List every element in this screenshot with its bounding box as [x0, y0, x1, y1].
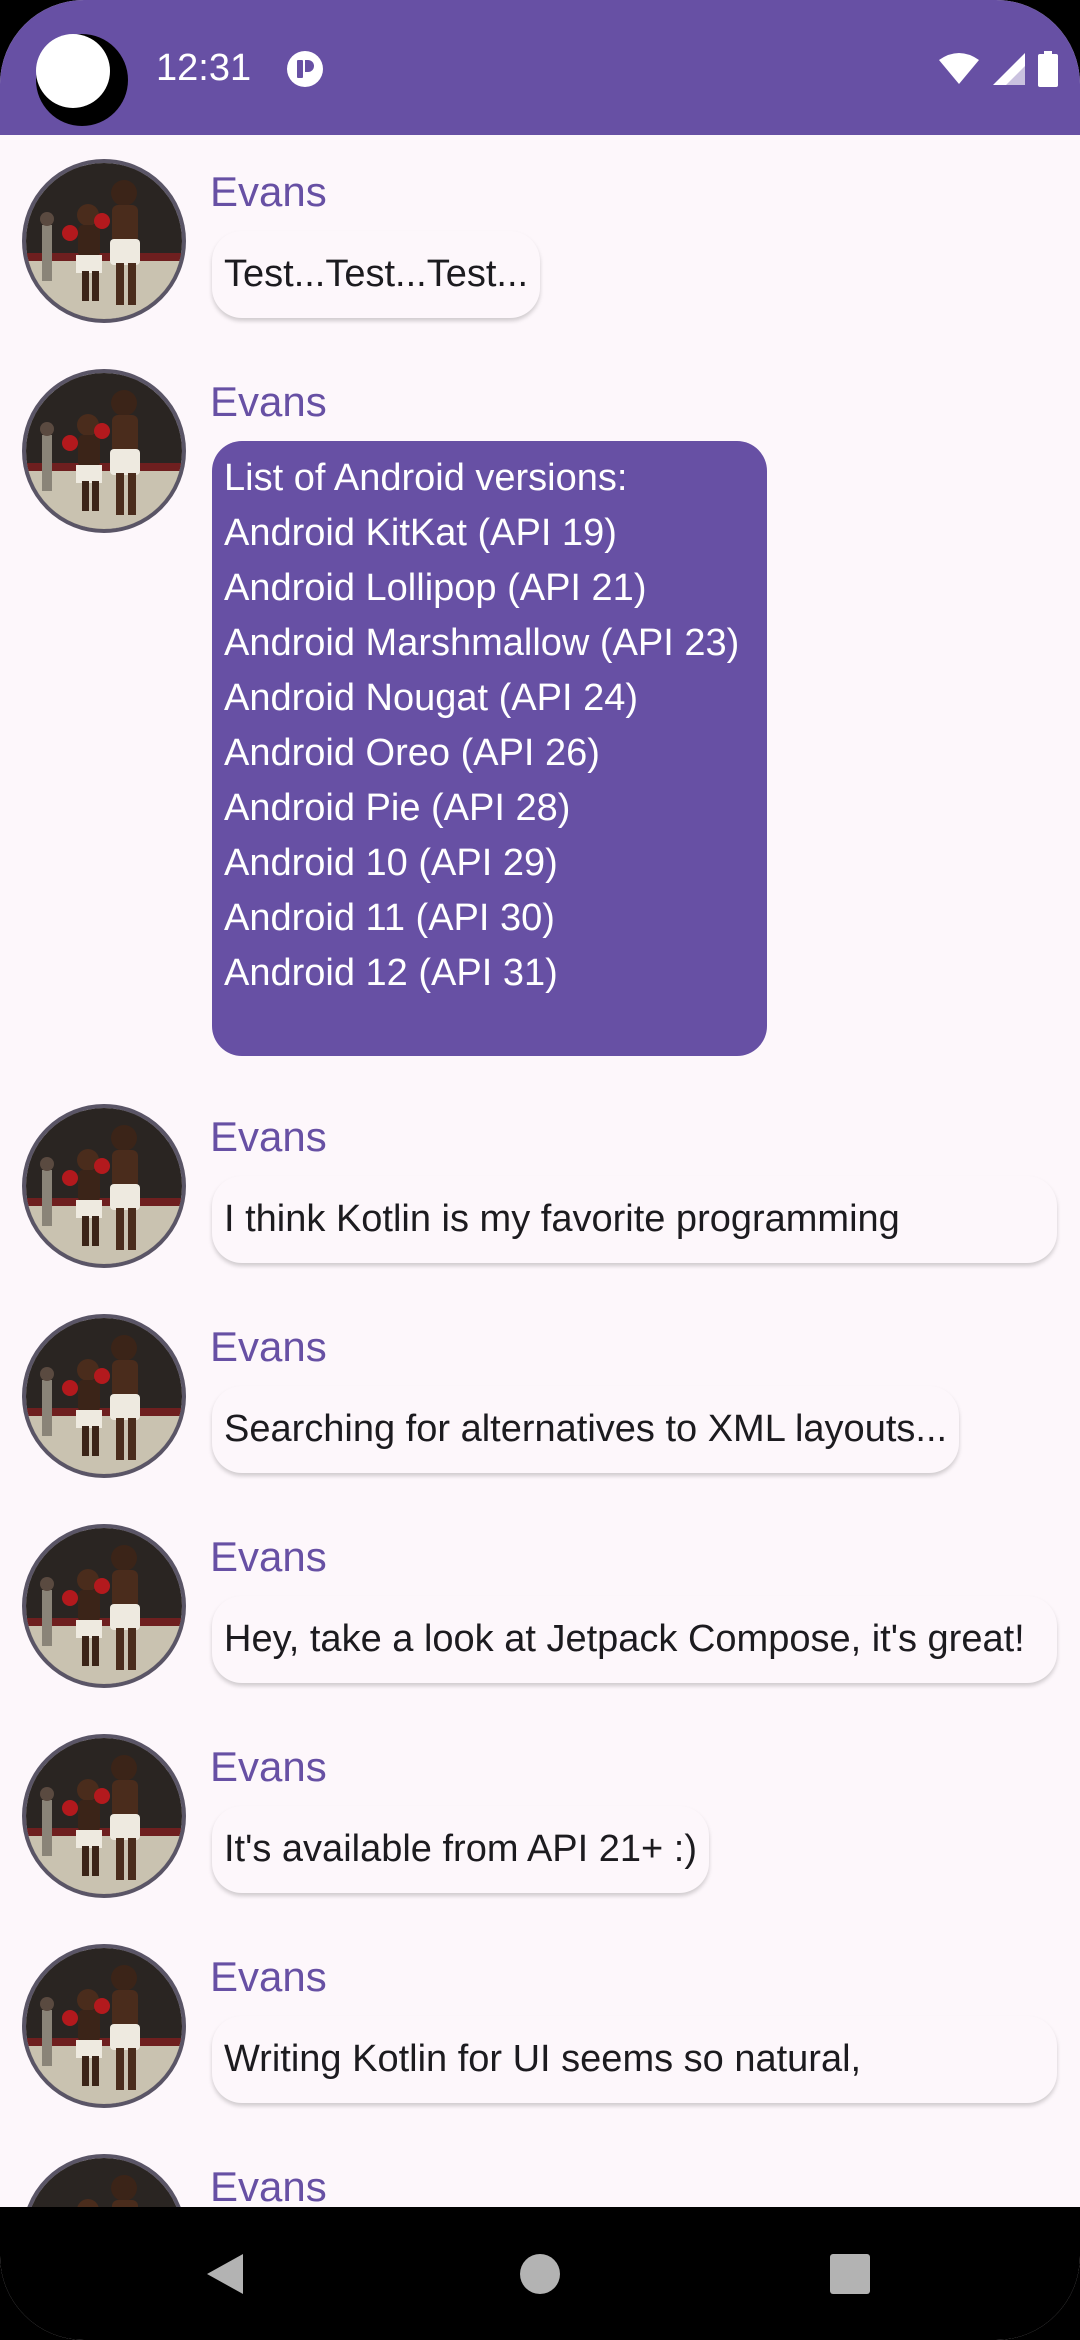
author-avatar[interactable] [22, 1524, 186, 1688]
message-bubble[interactable]: It's available from API 21+ :) [212, 1806, 709, 1893]
avatar-image [26, 1948, 182, 2104]
avatar-image [26, 1108, 182, 1264]
avatar-image [26, 163, 182, 319]
avatar-image [26, 2158, 182, 2207]
message-line: Android 11 (API 30) [224, 897, 555, 939]
author-avatar[interactable] [22, 159, 186, 323]
camera-cutout [36, 34, 128, 126]
message-line: Android KitKat (API 19) [224, 512, 617, 554]
avatar-image [26, 1738, 182, 1894]
author-avatar[interactable] [22, 1944, 186, 2108]
avatar-image [26, 1528, 182, 1684]
author-name[interactable]: Evans [210, 1110, 327, 1164]
avatar-image [26, 1318, 182, 1474]
message-list[interactable]: Evans Test...Test...Test... Evans List o… [0, 135, 1080, 2207]
avatar-image [26, 373, 182, 529]
author-avatar[interactable] [22, 1104, 186, 1268]
status-clock: 12:31 [156, 47, 252, 89]
navigation-bar [0, 2207, 1080, 2340]
author-avatar[interactable] [22, 369, 186, 533]
message-line: Android Pie (API 28) [224, 787, 571, 829]
message-bubble[interactable]: Test...Test...Test... [212, 231, 541, 318]
author-name[interactable]: Evans [210, 375, 327, 429]
message-bubble[interactable]: I think Kotlin is my favorite programmin… [212, 1176, 1057, 1263]
author-name[interactable]: Evans [210, 1740, 327, 1794]
camera-lens [36, 34, 110, 108]
home-icon[interactable] [505, 2239, 575, 2309]
message-bubble-expanded[interactable]: List of Android versions: Android KitKat… [212, 441, 767, 1056]
cellular-signal-icon [993, 53, 1025, 85]
message-line: Android 12 (API 31) [224, 952, 558, 994]
message-line: List of Android versions: [224, 457, 628, 499]
author-name[interactable]: Evans [210, 2160, 327, 2207]
wifi-icon [939, 53, 979, 84]
author-name[interactable]: Evans [210, 1950, 327, 2004]
battery-icon [1038, 51, 1058, 87]
message-bubble[interactable]: Writing Kotlin for UI seems so natural, [212, 2016, 1057, 2103]
status-icons [938, 48, 1058, 90]
author-name[interactable]: Evans [210, 165, 327, 219]
author-avatar[interactable] [22, 1734, 186, 1898]
author-avatar[interactable] [22, 2154, 186, 2207]
message-line: Android Lollipop (API 21) [224, 567, 647, 609]
message-bubble[interactable]: Hey, take a look at Jetpack Compose, it'… [212, 1596, 1057, 1683]
status-bar: 12:31 [0, 0, 1080, 135]
message-line: Android Nougat (API 24) [224, 677, 639, 719]
phone-screen: 12:31 Evans Test...Test...Test... Evans … [0, 0, 1080, 2340]
back-icon[interactable] [190, 2239, 260, 2309]
message-line: Android Marshmallow (API 23) [224, 622, 740, 664]
author-name[interactable]: Evans [210, 1320, 327, 1374]
message-line: Android 10 (API 29) [224, 842, 558, 884]
message-bubble[interactable]: Searching for alternatives to XML layout… [212, 1386, 960, 1473]
app-notification-icon [287, 51, 323, 87]
message-line: Android Oreo (API 26) [224, 732, 600, 774]
author-avatar[interactable] [22, 1314, 186, 1478]
recents-icon[interactable] [815, 2239, 885, 2309]
author-name[interactable]: Evans [210, 1530, 327, 1584]
